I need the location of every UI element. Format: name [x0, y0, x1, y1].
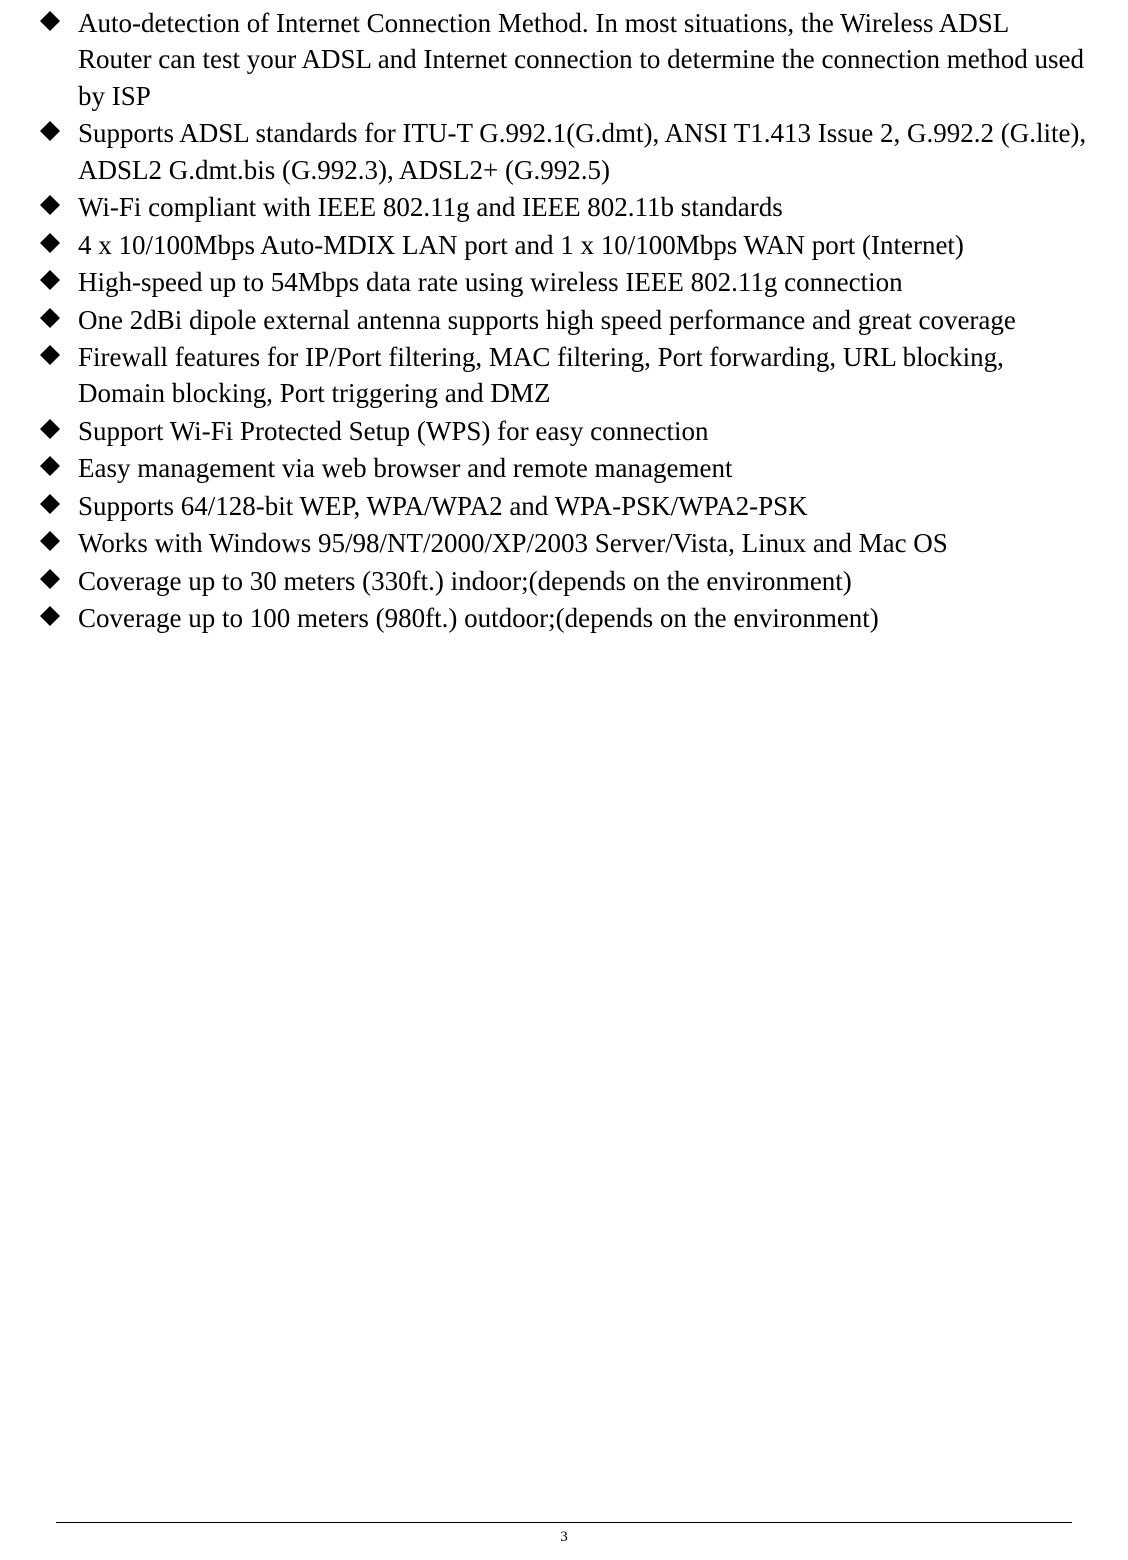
diamond-bullet-icon	[40, 419, 60, 439]
list-item: 4 x 10/100Mbps Auto-MDIX LAN port and 1 …	[28, 227, 1088, 263]
feature-text: Supports 64/128-bit WEP, WPA/WPA2 and WP…	[78, 491, 808, 521]
page-content: Auto-detection of Internet Connection Me…	[0, 0, 1128, 636]
list-item: High-speed up to 54Mbps data rate using …	[28, 264, 1088, 300]
feature-text: Support Wi-Fi Protected Setup (WPS) for …	[78, 416, 709, 446]
diamond-bullet-icon	[40, 11, 60, 31]
feature-text: Coverage up to 30 meters (330ft.) indoor…	[78, 566, 852, 596]
diamond-bullet-icon	[40, 606, 60, 626]
diamond-bullet-icon	[40, 270, 60, 290]
feature-list: Auto-detection of Internet Connection Me…	[28, 5, 1088, 636]
feature-text: One 2dBi dipole external antenna support…	[78, 305, 1016, 335]
page-number: 3	[0, 1529, 1128, 1546]
feature-text: 4 x 10/100Mbps Auto-MDIX LAN port and 1 …	[78, 230, 964, 260]
feature-text: Coverage up to 100 meters (980ft.) outdo…	[78, 603, 879, 633]
diamond-bullet-icon	[40, 195, 60, 215]
feature-text: Supports ADSL standards for ITU-T G.992.…	[78, 118, 1086, 184]
list-item: Firewall features for IP/Port filtering,…	[28, 339, 1088, 412]
diamond-bullet-icon	[40, 531, 60, 551]
list-item: One 2dBi dipole external antenna support…	[28, 302, 1088, 338]
diamond-bullet-icon	[40, 569, 60, 589]
list-item: Wi-Fi compliant with IEEE 802.11g and IE…	[28, 189, 1088, 225]
feature-text: Wi-Fi compliant with IEEE 802.11g and IE…	[78, 192, 783, 222]
diamond-bullet-icon	[40, 308, 60, 328]
feature-text: Works with Windows 95/98/NT/2000/XP/2003…	[78, 528, 948, 558]
list-item: Support Wi-Fi Protected Setup (WPS) for …	[28, 413, 1088, 449]
list-item: Easy management via web browser and remo…	[28, 450, 1088, 486]
feature-text: Firewall features for IP/Port filtering,…	[78, 342, 1004, 408]
footer-divider	[56, 1522, 1072, 1523]
feature-text: Easy management via web browser and remo…	[78, 453, 733, 483]
list-item: Auto-detection of Internet Connection Me…	[28, 5, 1088, 114]
list-item: Works with Windows 95/98/NT/2000/XP/2003…	[28, 525, 1088, 561]
diamond-bullet-icon	[40, 494, 60, 514]
feature-text: Auto-detection of Internet Connection Me…	[78, 8, 1084, 111]
page-footer: 3	[0, 1522, 1128, 1546]
diamond-bullet-icon	[40, 345, 60, 365]
list-item: Supports 64/128-bit WEP, WPA/WPA2 and WP…	[28, 488, 1088, 524]
list-item: Supports ADSL standards for ITU-T G.992.…	[28, 115, 1088, 188]
diamond-bullet-icon	[40, 456, 60, 476]
feature-text: High-speed up to 54Mbps data rate using …	[78, 267, 903, 297]
diamond-bullet-icon	[40, 121, 60, 141]
diamond-bullet-icon	[40, 233, 60, 253]
list-item: Coverage up to 100 meters (980ft.) outdo…	[28, 600, 1088, 636]
list-item: Coverage up to 30 meters (330ft.) indoor…	[28, 563, 1088, 599]
